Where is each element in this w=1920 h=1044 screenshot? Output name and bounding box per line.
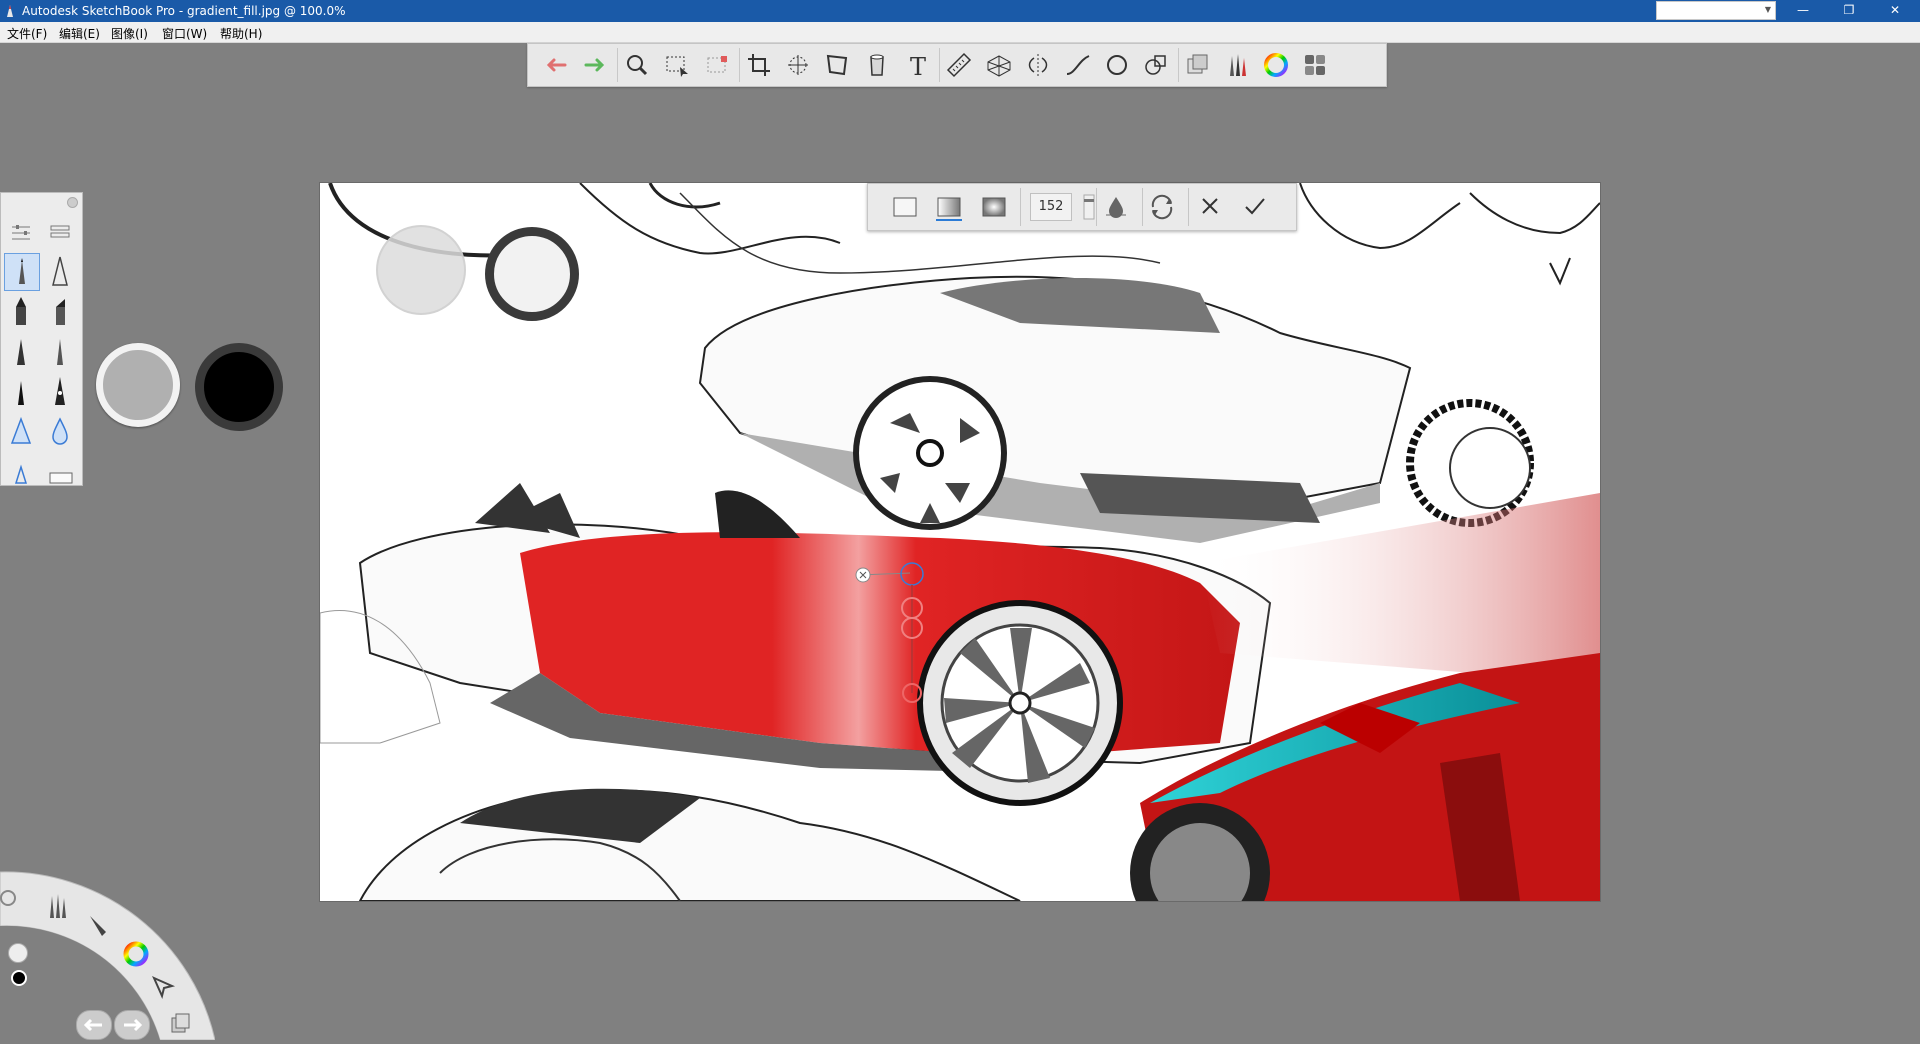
drawing-canvas[interactable] — [320, 183, 1600, 901]
primary-color-puck[interactable] — [195, 343, 283, 431]
ink-pen-brush[interactable] — [4, 333, 38, 369]
svg-text:T: T — [910, 53, 926, 80]
brush-properties-icon[interactable] — [4, 213, 38, 249]
menu-file[interactable]: 文件(F) — [7, 25, 47, 42]
brush-palette — [0, 192, 83, 486]
airbrush-brush[interactable] — [43, 253, 77, 289]
lagoon-redo-button[interactable] — [114, 1010, 150, 1040]
canvas-secondary-color-puck[interactable] — [376, 225, 466, 315]
fill-icon[interactable] — [862, 50, 892, 80]
blur-brush[interactable] — [43, 413, 77, 449]
app-icon — [7, 5, 13, 17]
select-arrow-icon[interactable] — [150, 974, 176, 1000]
menu-help[interactable]: 帮助(H) — [220, 25, 262, 42]
brush-set-icon[interactable] — [44, 890, 68, 920]
lasso-icon[interactable] — [702, 50, 732, 80]
current-color-swatch[interactable] — [11, 970, 27, 986]
calligraphy-pen-brush[interactable] — [43, 373, 77, 409]
tolerance-slider[interactable] — [1074, 193, 1095, 221]
close-button[interactable]: ✕ — [1872, 0, 1918, 22]
undo-icon[interactable] — [541, 50, 571, 80]
title-bar: Autodesk SketchBook Pro - gradient_fill.… — [0, 0, 1920, 22]
lagoon-color-wheel-icon[interactable] — [122, 940, 150, 968]
lagoon-undo-button[interactable] — [76, 1010, 112, 1040]
linear-gradient-button[interactable] — [934, 193, 964, 221]
curve-icon[interactable] — [1063, 50, 1093, 80]
menu-edit[interactable]: 编辑(E) — [59, 25, 100, 42]
window-title: Autodesk SketchBook Pro - gradient_fill.… — [22, 4, 346, 18]
accept-fill-icon[interactable] — [1240, 193, 1270, 221]
brushes-icon[interactable] — [1222, 50, 1252, 80]
perspective-icon[interactable] — [984, 50, 1014, 80]
menu-bar: 文件(F) 编辑(E) 图像(I) 窗口(W) 帮助(H) — [0, 22, 1920, 43]
marker-brush[interactable] — [4, 293, 38, 329]
minimize-button[interactable]: — — [1780, 0, 1826, 22]
felt-tip-brush[interactable] — [4, 373, 38, 409]
menu-image[interactable]: 图像(I) — [111, 25, 148, 42]
crop-icon[interactable] — [744, 50, 774, 80]
palette-close-icon[interactable] — [67, 197, 78, 208]
menu-window[interactable]: 窗口(W) — [162, 25, 207, 42]
layers-icon[interactable] — [1183, 50, 1213, 80]
chisel-marker-brush[interactable] — [43, 293, 77, 329]
panels-icon[interactable] — [1300, 50, 1330, 80]
zoom-icon[interactable] — [622, 50, 652, 80]
ellipse-icon[interactable] — [1102, 50, 1132, 80]
transform-icon[interactable] — [783, 50, 813, 80]
lagoon-menu — [0, 870, 216, 1041]
brush-tool-icon[interactable] — [86, 910, 112, 940]
shapes-icon[interactable] — [1141, 50, 1171, 80]
cancel-fill-icon[interactable] — [1195, 193, 1225, 221]
pencil-brush[interactable] — [4, 253, 40, 291]
eraser-brush[interactable] — [43, 451, 77, 487]
secondary-color-puck[interactable] — [96, 343, 180, 427]
sample-layer-icon[interactable] — [1101, 193, 1131, 221]
sharpen-brush[interactable] — [4, 451, 38, 487]
text-icon[interactable]: T — [902, 50, 932, 81]
ruler-icon[interactable] — [944, 50, 974, 80]
solid-fill-button[interactable] — [890, 193, 920, 221]
smudge-brush[interactable] — [4, 413, 38, 449]
radial-gradient-button[interactable] — [979, 193, 1009, 221]
main-toolbar: T — [527, 43, 1387, 87]
workspace-combo[interactable]: ▼ — [1656, 1, 1776, 20]
restore-button[interactable]: ❐ — [1826, 0, 1872, 22]
ballpoint-brush[interactable] — [43, 333, 77, 369]
fill-options-bar: 152 — [867, 183, 1297, 231]
flip-gradient-icon[interactable] — [1147, 193, 1177, 221]
lagoon-layers-icon[interactable] — [168, 1010, 192, 1036]
distort-icon[interactable] — [822, 50, 852, 80]
tolerance-field[interactable]: 152 — [1030, 193, 1072, 221]
color-wheel-icon[interactable] — [1261, 50, 1291, 80]
current-brush-icon[interactable] — [8, 943, 28, 963]
chevron-down-icon: ▼ — [1764, 5, 1771, 14]
canvas-primary-color-puck[interactable] — [485, 227, 579, 321]
brush-library-icon[interactable] — [43, 213, 77, 249]
redo-icon[interactable] — [580, 50, 610, 80]
symmetry-icon[interactable] — [1023, 50, 1053, 80]
settings-icon[interactable] — [0, 890, 16, 906]
select-icon[interactable] — [662, 50, 692, 80]
